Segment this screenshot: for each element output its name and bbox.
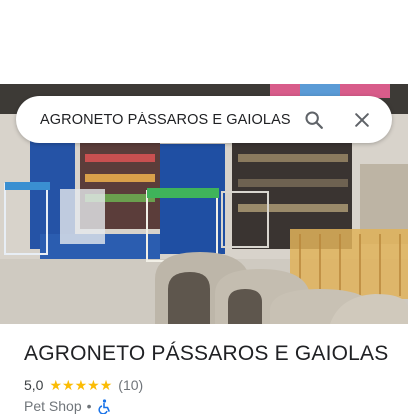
search-button[interactable]	[292, 98, 336, 142]
close-icon	[355, 112, 369, 127]
star-icon: ★	[49, 377, 63, 393]
rating-value: 5,0	[24, 377, 44, 393]
category-row: Pet Shop •	[24, 397, 111, 415]
wheelchair-icon	[97, 398, 110, 414]
place-title: AGRONETO PÁSSAROS E GAIOLAS	[24, 342, 389, 365]
separator-dot: •	[86, 398, 92, 414]
star-icon: ★	[62, 377, 75, 393]
search-query-text[interactable]: AGRONETO PÁSSAROS E GAIOLAS	[40, 112, 292, 128]
search-bar[interactable]: AGRONETO PÁSSAROS E GAIOLAS	[16, 96, 392, 143]
close-button[interactable]	[340, 98, 384, 142]
star-icon: ★	[74, 377, 88, 393]
review-count[interactable]: (10)	[118, 377, 143, 393]
place-category: Pet Shop	[24, 398, 82, 414]
star-rating: ★ ★ ★ ★ ★	[49, 378, 112, 392]
search-icon	[305, 110, 323, 129]
star-icon: ★	[99, 377, 113, 393]
rating-row[interactable]: 5,0 ★ ★ ★ ★ ★ (10)	[24, 376, 143, 394]
star-icon: ★	[87, 377, 100, 393]
